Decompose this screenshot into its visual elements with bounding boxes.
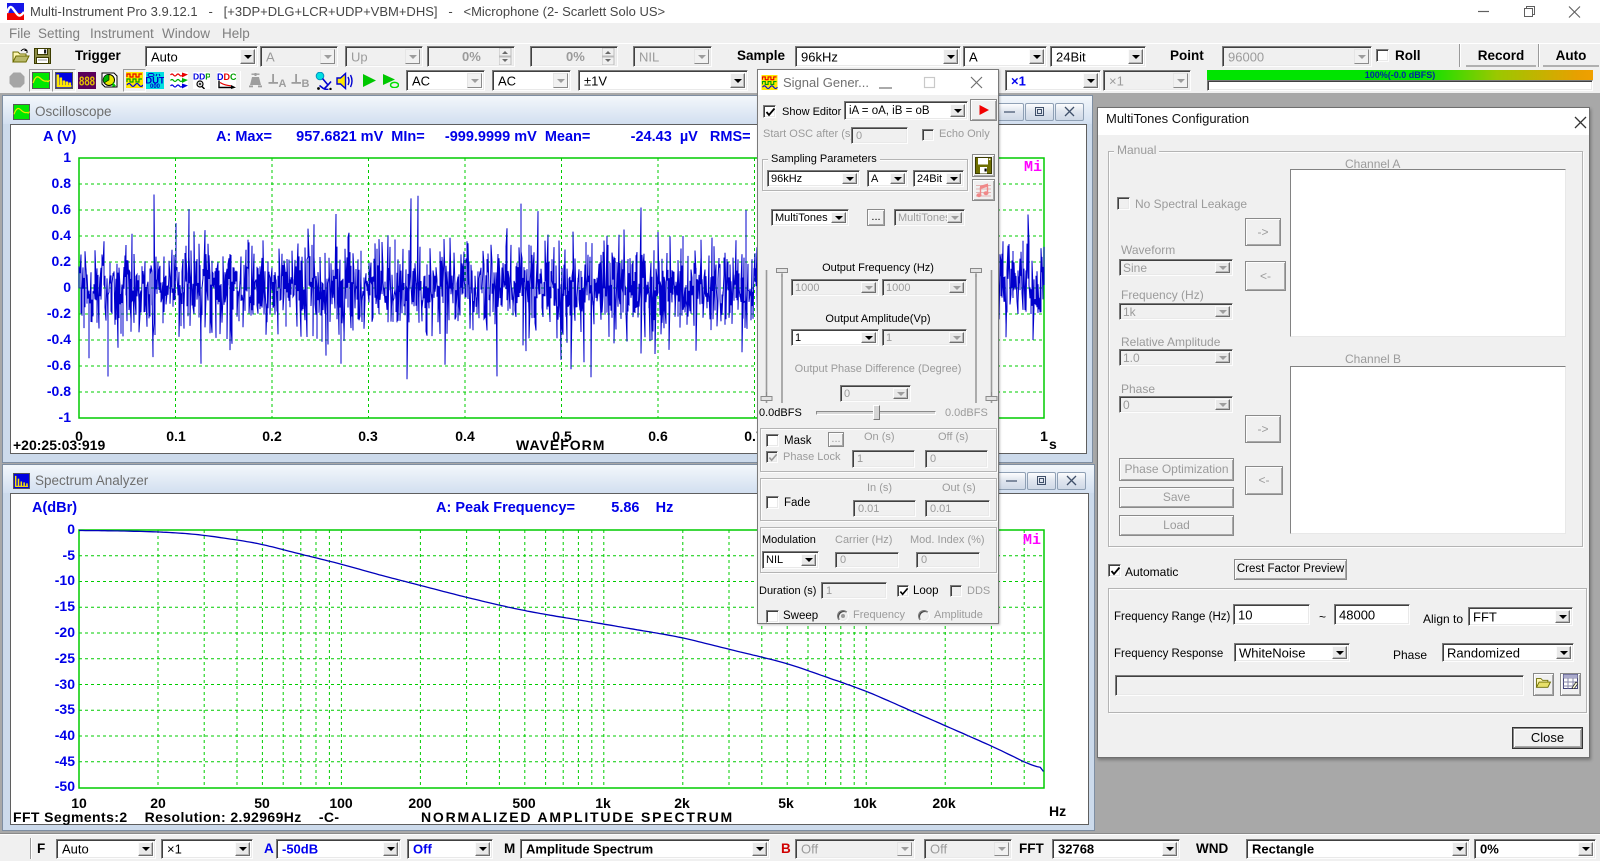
svg-text:DDP: DDP [193, 72, 210, 82]
svg-text:A: A [279, 78, 287, 88]
svg-text:B: B [302, 78, 310, 88]
svg-text:DDC: DDC [217, 72, 236, 82]
svg-text:888: 888 [79, 74, 95, 89]
svg-text:000: 000 [150, 84, 161, 89]
